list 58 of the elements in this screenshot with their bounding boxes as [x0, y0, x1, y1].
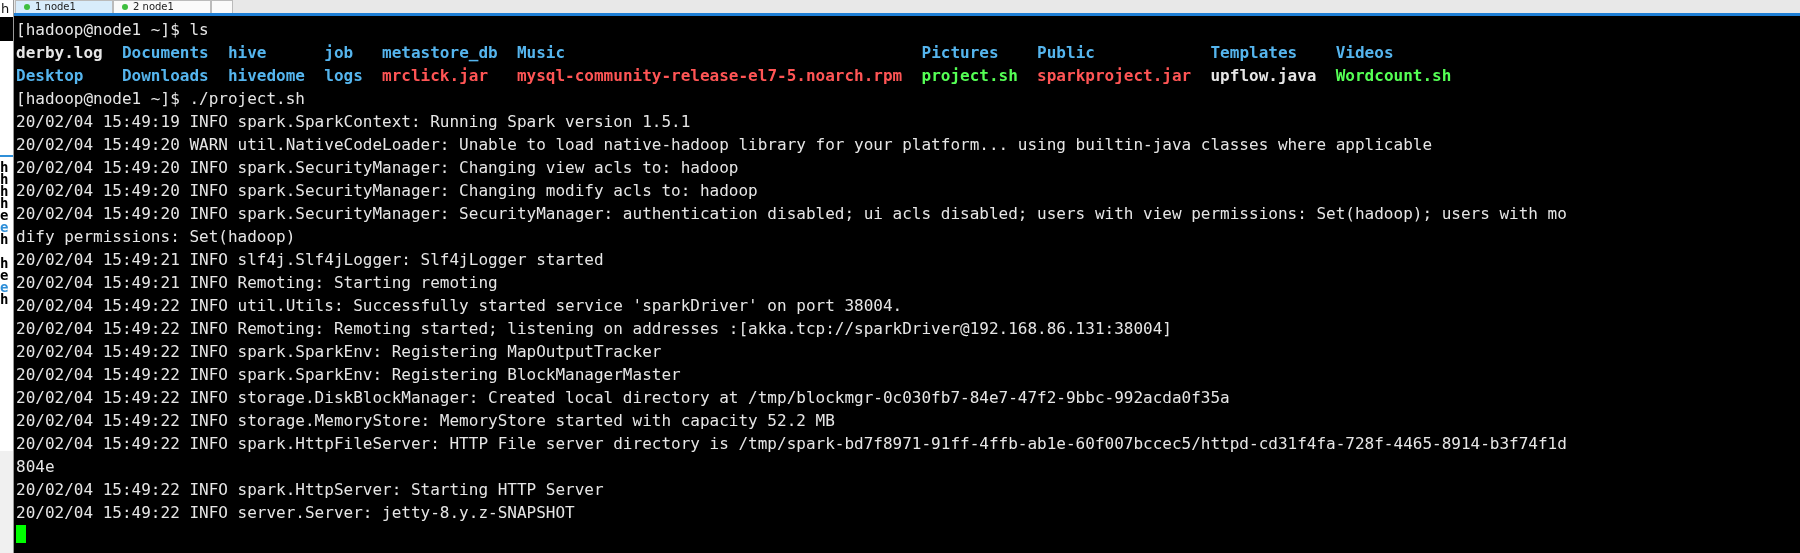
window-text-fragment: e [0, 281, 10, 293]
status-dot-icon [24, 4, 30, 10]
window-text-fragment: e [0, 221, 10, 233]
terminal-line: 20/02/04 15:49:22 INFO server.Server: jetty-8.y.z-SNAPSHOT [16, 503, 575, 522]
terminal-line: 20/02/04 15:49:21 INFO slf4j.Slf4jLogger: Slf4jLogger started [16, 250, 604, 269]
file-name: Public [1037, 42, 1096, 64]
terminal-line: dify permissions: Set(hadoop) [16, 227, 296, 246]
file-name: hivedome [227, 65, 305, 87]
terminal-line: 20/02/04 15:49:22 INFO storage.DiskBlockManager: Created local directory at /tmp/blockmgr-0c030fb7-84e7-47f2-9bbc-992acda0f35a [16, 388, 1230, 407]
window-text-fragment: h [0, 293, 10, 305]
file-name: project.sh [921, 65, 1018, 87]
terminal-line: 20/02/04 15:49:22 INFO storage.MemoryStore: MemoryStore started with capacity 52.2 MB [16, 411, 835, 430]
terminal-line: 20/02/04 15:49:21 INFO Remoting: Starting remoting [16, 273, 498, 292]
terminal-line: [hadoop@node1 ~]$ ./project.sh [16, 89, 305, 108]
terminal-line: 20/02/04 15:49:20 INFO spark.SecurityManager: Changing modify acls to: hadoop [16, 181, 758, 200]
terminal-line: 20/02/04 15:49:22 INFO util.Utils: Successfully started service 'sparkDriver' on port 38004. [16, 296, 903, 315]
window-text-fragment: e [0, 209, 10, 221]
file-name: derby.log [16, 42, 103, 64]
status-dot-icon [122, 4, 128, 10]
file-name: Documents [121, 42, 209, 64]
terminal-line: 20/02/04 15:49:20 INFO spark.SecurityManager: SecurityManager: authentication disabled; ui acls disabled; users with view permissions: Set(hadoop); users with mo [16, 204, 1567, 223]
terminal-line: 20/02/04 15:49:20 INFO spark.SecurityManager: Changing view acls to: hadoop [16, 158, 739, 177]
file-name: Desktop [16, 65, 85, 87]
terminal-line: 20/02/04 15:49:22 INFO spark.SparkEnv: Registering MapOutputTracker [16, 342, 662, 361]
file-name: Pictures [921, 42, 1000, 64]
file-name: upflow.java [1210, 65, 1317, 87]
file-name: Templates [1210, 42, 1299, 64]
file-name: mysql-community-release-el7-5.noarch.rpm [516, 65, 903, 87]
file-name: Wordcount.sh [1335, 65, 1452, 87]
session-tab[interactable]: 1 node1 [15, 0, 113, 13]
file-name: sparkproject.jar [1037, 65, 1192, 87]
terminal-line: 804e [16, 457, 55, 476]
terminal-line: [hadoop@node1 ~]$ ls [16, 20, 209, 39]
window-text-fragment: h [0, 173, 10, 185]
terminal-line: 20/02/04 15:49:19 INFO spark.SparkContext: Running Spark version 1.5.1 [16, 112, 691, 131]
file-name: Music [516, 42, 567, 64]
terminal-line: 20/02/04 15:49:22 INFO spark.SparkEnv: Registering BlockManagerMaster [16, 365, 681, 384]
text-cursor [16, 525, 26, 543]
terminal-line: 20/02/04 15:49:22 INFO spark.HttpFileServer: HTTP File server directory is /tmp/spark-bd7f8971-91ff-4ffb-ab1e-60f007bccec5/httpd-cd31f4fa-728f-4465-8914-b3f74f1d [16, 434, 1567, 453]
file-name: mrclick.jar [382, 65, 490, 87]
session-tab[interactable]: 2 node1 [113, 0, 211, 13]
file-name: Videos [1335, 42, 1395, 64]
window-text-fragment: e [0, 269, 10, 281]
terminal-line: 20/02/04 15:49:22 INFO spark.HttpServer: Starting HTTP Server [16, 480, 604, 499]
file-name: metastore_db [382, 42, 498, 64]
window-text-fragment: h [0, 257, 10, 269]
window-text-fragment: h [0, 197, 10, 209]
file-name: hive [227, 42, 268, 64]
window-text-fragment: h [0, 161, 10, 173]
window-text-fragment: h [0, 233, 10, 245]
new-tab-button[interactable] [211, 0, 233, 13]
file-name: job [324, 42, 355, 64]
file-name: logs [324, 65, 363, 87]
window-text-fragment: h [0, 185, 10, 197]
terminal-line: 20/02/04 15:49:22 INFO Remoting: Remoting started; listening on addresses :[akka.tcp://sparkDriver@192.168.86.131:38004] [16, 319, 1172, 338]
terminal-line: 20/02/04 15:49:20 WARN util.NativeCodeLoader: Unable to load native-hadoop library for your platform... using builtin-java classes where applicable [16, 135, 1433, 154]
file-name: Downloads [121, 65, 209, 87]
window-text-fragment: h [0, 0, 13, 17]
